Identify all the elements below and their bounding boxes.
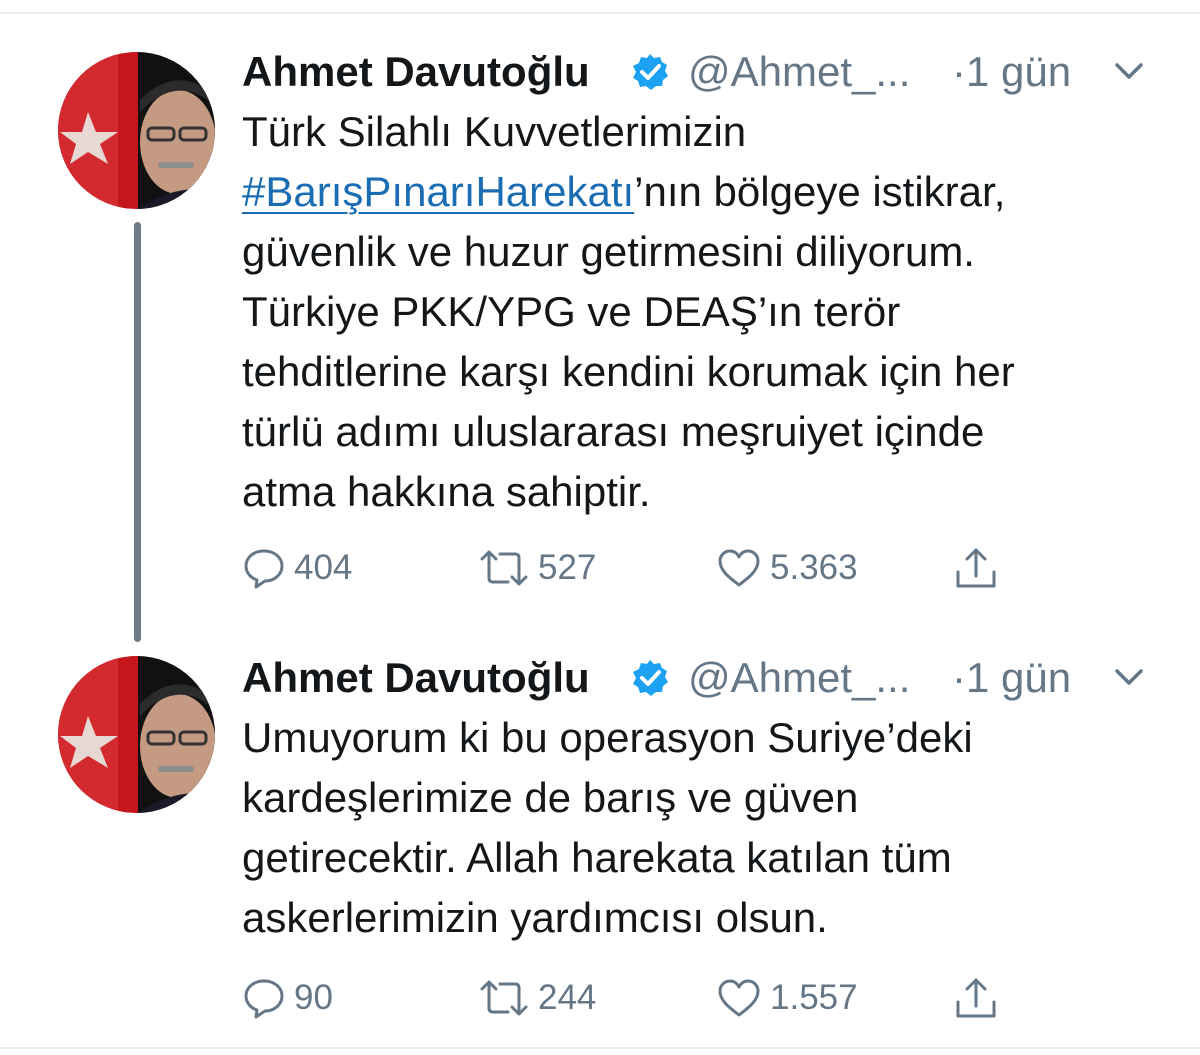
reply-count: 90 <box>294 978 333 1017</box>
tweet-header: Ahmet Davutoğlu @Ahmet_... ·1 gün <box>242 42 1162 102</box>
author-handle[interactable]: @Ahmet_... <box>688 42 910 102</box>
bottom-divider <box>0 1047 1200 1049</box>
avatar-image <box>58 656 215 813</box>
hashtag-link[interactable]: #BarışPınarıHarekatı <box>242 168 634 215</box>
reply-button[interactable]: 90 <box>242 976 333 1020</box>
verified-badge-icon <box>633 54 668 90</box>
retweet-count: 244 <box>538 978 597 1017</box>
retweet-button[interactable]: 527 <box>478 546 596 590</box>
tweet-text: Türk Silahlı Kuvvetlerimizin #BarışPınar… <box>242 102 1172 522</box>
like-count: 5.363 <box>770 548 858 587</box>
tweet-actions: 90 244 1.557 <box>242 976 1042 1020</box>
reply-count: 404 <box>294 548 353 587</box>
chevron-down-icon[interactable] <box>1114 666 1144 688</box>
text-fragment: ’nın bölgeye istikrar, <box>634 168 1006 215</box>
share-button[interactable] <box>952 546 1000 590</box>
tweet-text: Umuyorum ki bu operasyon Suriye’deki kar… <box>242 708 1172 948</box>
tweet-actions: 404 527 5.363 <box>242 546 1042 590</box>
text-line: tehditlerine karşı kendini korumak için … <box>242 348 1015 395</box>
tweet-header: Ahmet Davutoğlu @Ahmet_... ·1 gün <box>242 648 1162 708</box>
author-name[interactable]: Ahmet Davutoğlu <box>242 648 590 708</box>
top-divider <box>0 12 1200 14</box>
author-handle[interactable]: @Ahmet_... <box>688 648 910 708</box>
text-line: askerlerimizin yardımcısı olsun. <box>242 894 828 941</box>
retweet-button[interactable]: 244 <box>478 976 596 1020</box>
text-line: getirecektir. Allah harekata katılan tüm <box>242 834 952 881</box>
timestamp[interactable]: ·1 gün <box>952 648 1071 708</box>
share-button[interactable] <box>952 976 1000 1020</box>
text-line: Umuyorum ki bu operasyon Suriye’deki <box>242 714 973 761</box>
text-line: kardeşlerimize de barış ve güven <box>242 774 859 821</box>
text-line: güvenlik ve huzur getirmesini diliyorum. <box>242 228 975 275</box>
text-line: Türk Silahlı Kuvvetlerimizin <box>242 108 747 155</box>
retweet-icon <box>480 550 528 586</box>
text-line: #BarışPınarıHarekatı’nın bölgeye istikra… <box>242 162 1172 222</box>
reply-icon <box>244 979 284 1019</box>
author-name[interactable]: Ahmet Davutoğlu <box>242 42 590 102</box>
like-icon <box>718 549 760 587</box>
retweet-count: 527 <box>538 548 597 587</box>
like-icon <box>718 979 760 1017</box>
retweet-icon <box>480 980 528 1016</box>
avatar[interactable] <box>58 656 215 813</box>
text-line: Türkiye PKK/YPG ve DEAŞ’ın terör <box>242 288 901 335</box>
text-line: türlü adımı uluslararası meşruiyet içind… <box>242 408 985 455</box>
text-line: atma hakkına sahiptir. <box>242 468 651 515</box>
like-count: 1.557 <box>770 978 858 1017</box>
chevron-down-icon[interactable] <box>1114 60 1144 82</box>
verified-badge-icon <box>633 660 668 696</box>
like-button[interactable]: 5.363 <box>716 546 858 590</box>
reply-button[interactable]: 404 <box>242 546 352 590</box>
share-icon <box>956 978 996 1018</box>
avatar[interactable] <box>58 52 215 209</box>
avatar-image <box>58 52 215 209</box>
like-button[interactable]: 1.557 <box>716 976 858 1020</box>
share-icon <box>956 548 996 588</box>
reply-icon <box>244 549 284 589</box>
thread-connector-line <box>134 222 141 642</box>
timestamp[interactable]: ·1 gün <box>952 42 1071 102</box>
